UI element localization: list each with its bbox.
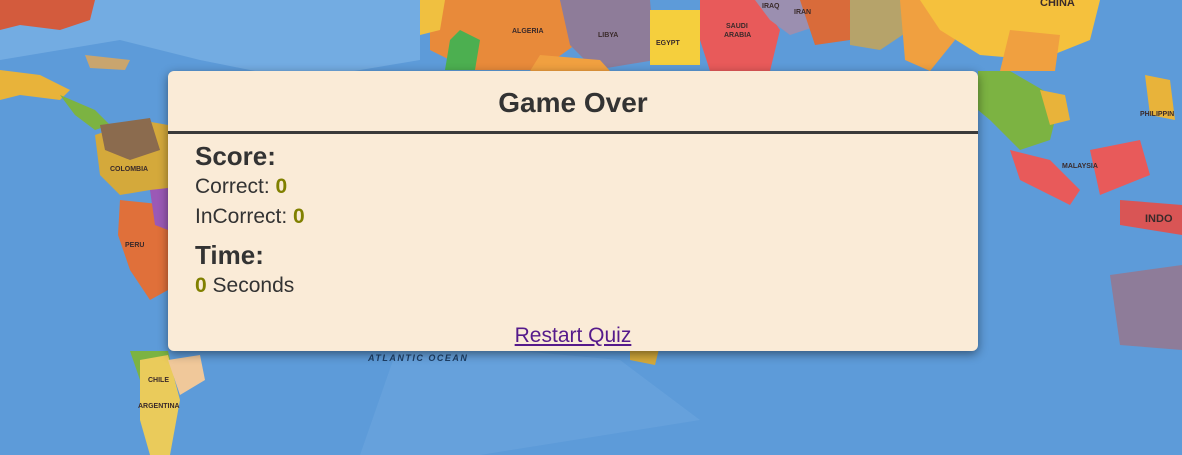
correct-label: Correct: — [195, 175, 276, 198]
incorrect-label: InCorrect: — [195, 205, 294, 228]
incorrect-line: InCorrect: 0 — [195, 204, 978, 230]
map-label-philippines: PHILIPPIN — [1140, 111, 1174, 118]
correct-value: 0 — [275, 175, 288, 198]
map-label-argentina: ARGENTINA — [138, 403, 180, 410]
incorrect-value: 0 — [293, 205, 305, 228]
map-label-iran: IRAN — [794, 9, 811, 16]
map-label-colombia: COLOMBIA — [110, 166, 148, 173]
time-heading: Time: — [195, 240, 264, 270]
time-value: 0 — [195, 274, 207, 297]
map-label-arabia: ARABIA — [724, 32, 751, 39]
map-label-iraq: IRAQ — [762, 3, 780, 10]
time-unit: Seconds — [206, 274, 295, 297]
map-label-china: CHINA — [1040, 0, 1075, 9]
map-label-saudi: SAUDI — [726, 23, 748, 30]
map-label-atlantic: ATLANTIC OCEAN — [367, 353, 468, 363]
modal-title: Game Over — [498, 87, 648, 118]
restart-wrap: Restart Quiz — [168, 324, 978, 348]
map-label-algeria: ALGERIA — [512, 28, 544, 35]
modal-header: Game Over — [168, 71, 978, 134]
map-label-indo: INDO — [1145, 213, 1173, 225]
correct-line: Correct: 0 — [195, 174, 978, 200]
time-line: 0 Seconds — [195, 273, 978, 299]
modal-body: Score: Correct: 0 InCorrect: 0 Time: 0 S… — [168, 134, 978, 299]
map-label-egypt: EGYPT — [656, 40, 680, 47]
map-label-peru: PERU — [125, 242, 144, 249]
game-over-modal: Game Over Score: Correct: 0 InCorrect: 0… — [168, 71, 978, 351]
map-label-malaysia: MALAYSIA — [1062, 163, 1098, 170]
restart-quiz-link[interactable]: Restart Quiz — [515, 324, 632, 347]
map-label-chile: CHILE — [148, 377, 169, 384]
map-label-libya: LIBYA — [598, 32, 618, 39]
score-heading: Score: — [195, 141, 276, 171]
